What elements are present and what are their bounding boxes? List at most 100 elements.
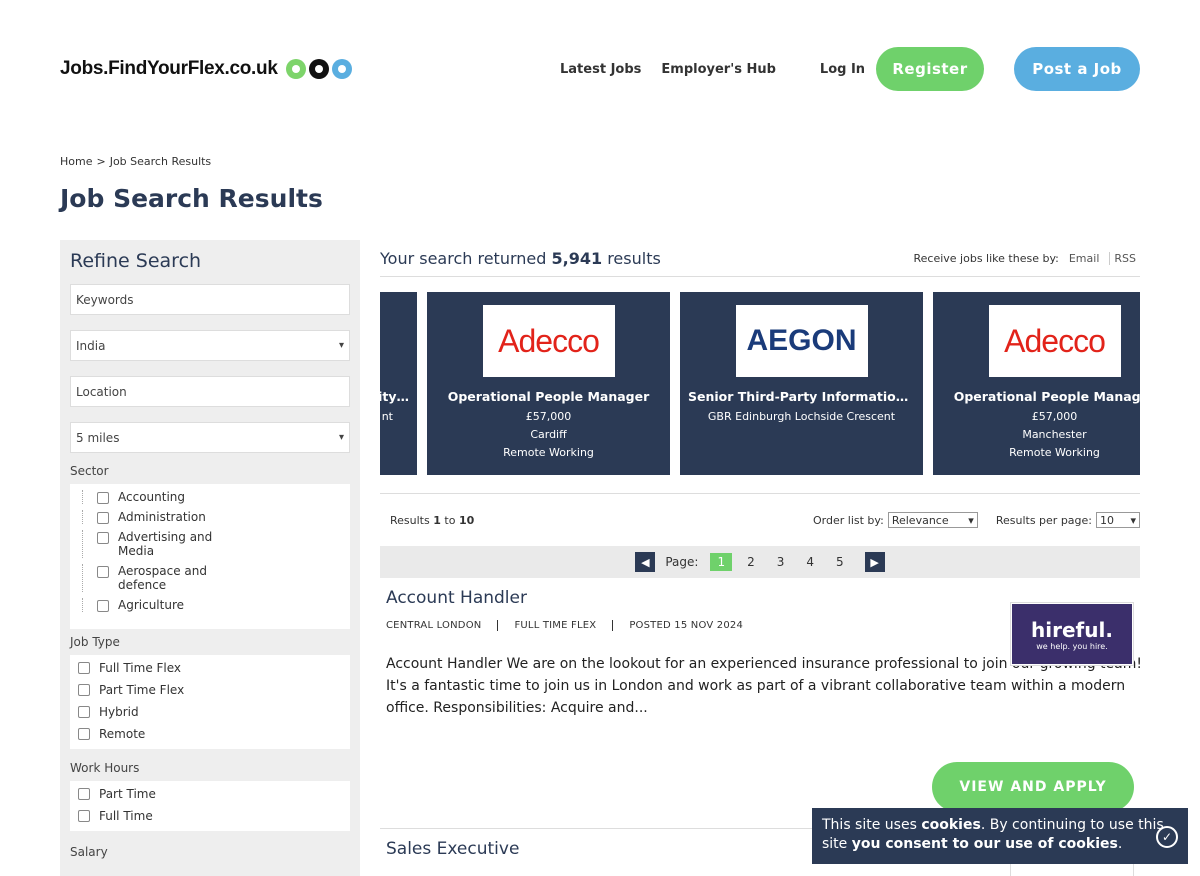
adecco-logo-text: Adecco bbox=[1004, 322, 1106, 359]
pagination: ◀ Page: 1 2 3 4 5 ▶ bbox=[380, 546, 1140, 578]
rss-link[interactable]: RSS bbox=[1109, 251, 1140, 265]
logo-text: Jobs.FindYourFlex.co.uk bbox=[60, 58, 278, 79]
sector-item-label: Agriculture bbox=[118, 598, 184, 612]
checkbox[interactable] bbox=[97, 600, 109, 612]
per-page-label: Results per page: bbox=[995, 513, 1092, 527]
order-select-value: Relevance bbox=[891, 513, 949, 527]
close-icon[interactable]: ✓ bbox=[1156, 826, 1178, 848]
checkbox[interactable] bbox=[97, 512, 109, 524]
page-3[interactable]: 3 bbox=[770, 553, 792, 571]
featured-job-salary: £57,000 bbox=[525, 410, 572, 423]
sector-list[interactable]: Accounting Administration Advertising an… bbox=[70, 484, 350, 629]
chevron-down-icon: ▾ bbox=[338, 432, 344, 443]
sector-item[interactable]: Aerospace and defence bbox=[82, 564, 342, 592]
page-1[interactable]: 1 bbox=[710, 553, 733, 571]
checkbox[interactable] bbox=[97, 492, 109, 504]
breadcrumb-current: Job Search Results bbox=[109, 155, 212, 168]
page-label: Page: bbox=[665, 555, 699, 569]
checkbox[interactable] bbox=[78, 728, 90, 740]
sector-item[interactable]: Administration bbox=[82, 510, 342, 524]
post-job-button[interactable]: Post a Job bbox=[1014, 47, 1140, 91]
checkbox[interactable] bbox=[78, 810, 90, 822]
featured-job-mode: Remote Working bbox=[1009, 446, 1100, 459]
work-hours-list: Part Time Full Time bbox=[70, 781, 350, 831]
job-type: FULL TIME FLEX bbox=[497, 620, 612, 631]
nav-employers-hub[interactable]: Employer's Hub bbox=[661, 62, 776, 77]
order-label: Order list by: bbox=[813, 513, 884, 527]
site-logo[interactable]: Jobs.FindYourFlex.co.uk bbox=[60, 58, 352, 80]
prev-page-icon[interactable]: ◀ bbox=[635, 552, 656, 572]
breadcrumb: Home > Job Search Results bbox=[60, 155, 215, 168]
receive-label: Receive jobs like these by: bbox=[913, 251, 1059, 265]
page-2[interactable]: 2 bbox=[740, 553, 762, 571]
checkbox[interactable] bbox=[78, 788, 90, 800]
breadcrumb-home[interactable]: Home bbox=[60, 155, 92, 168]
keywords-input[interactable]: Keywords bbox=[70, 284, 350, 315]
work-hours-item[interactable]: Part Time bbox=[78, 787, 342, 801]
hireful-logo-tagline: we help. you hire. bbox=[1036, 641, 1108, 651]
register-button[interactable]: Register bbox=[876, 47, 984, 91]
cookie-text-1: This site uses bbox=[822, 817, 922, 833]
cookie-link[interactable]: cookies bbox=[921, 817, 980, 833]
checkbox[interactable] bbox=[78, 706, 90, 718]
view-and-apply-button[interactable]: VIEW AND APPLY bbox=[932, 762, 1134, 812]
breadcrumb-separator: > bbox=[96, 155, 106, 168]
adecco-logo: Adecco bbox=[988, 305, 1121, 377]
checkbox[interactable] bbox=[97, 532, 109, 544]
order-select[interactable]: Relevance ▾ bbox=[887, 512, 978, 528]
job-type-item[interactable]: Part Time Flex bbox=[78, 683, 342, 697]
results-suffix: results bbox=[607, 248, 661, 268]
checkbox[interactable] bbox=[97, 566, 109, 578]
sector-label: Sector bbox=[70, 464, 109, 478]
featured-job-title: …ity… bbox=[380, 389, 409, 404]
chevron-down-icon: ▾ bbox=[968, 513, 974, 527]
results-range: Results 1 to 10 bbox=[390, 514, 474, 527]
featured-job-card[interactable]: Adecco Operational People Manager £57,00… bbox=[933, 292, 1140, 475]
job-type-item[interactable]: Full Time Flex bbox=[78, 661, 342, 675]
job-type-label-text: Hybrid bbox=[99, 705, 139, 719]
cookie-banner: This site uses cookies. By continuing to… bbox=[812, 808, 1188, 864]
page-4[interactable]: 4 bbox=[799, 553, 821, 571]
sector-item[interactable]: Accounting bbox=[82, 490, 342, 504]
per-page-select[interactable]: 10 ▾ bbox=[1096, 512, 1140, 528]
page-title: Job Search Results bbox=[60, 184, 323, 213]
country-select[interactable]: India ▾ bbox=[70, 330, 350, 361]
featured-job-mode: Remote Working bbox=[503, 446, 594, 459]
results-prefix: Your search returned bbox=[380, 248, 547, 268]
job-type-item[interactable]: Remote bbox=[78, 727, 342, 741]
featured-job-title: Operational People Manager bbox=[447, 389, 650, 404]
hireful-logo-text: hireful. bbox=[1031, 617, 1113, 642]
results-count: Your search returned 5,941 results bbox=[380, 249, 661, 268]
country-select-value: India bbox=[76, 338, 106, 353]
hireful-logo: hireful. we help. you hire. bbox=[1012, 604, 1132, 664]
location-input[interactable]: Location bbox=[70, 376, 350, 407]
sector-item[interactable]: Advertising and Media bbox=[82, 530, 342, 558]
featured-job-title: Senior Third-Party Information Se… bbox=[688, 389, 923, 404]
page-5[interactable]: 5 bbox=[829, 553, 851, 571]
job-type-label-text: Full Time Flex bbox=[99, 661, 182, 675]
featured-job-card[interactable]: AEGON Senior Third-Party Information Se…… bbox=[680, 292, 923, 475]
logo-dots-icon bbox=[285, 59, 352, 79]
main-nav: Latest Jobs Employer's Hub Log In bbox=[560, 46, 895, 92]
featured-job-card[interactable]: …ity… nt bbox=[380, 292, 417, 475]
nav-latest-jobs[interactable]: Latest Jobs bbox=[560, 62, 641, 77]
next-page-icon[interactable]: ▶ bbox=[864, 552, 885, 572]
checkbox[interactable] bbox=[78, 684, 90, 696]
sector-item[interactable]: Agriculture bbox=[82, 598, 342, 612]
range-to-word: to bbox=[444, 513, 456, 527]
email-alert-link[interactable]: Email bbox=[1065, 252, 1104, 265]
job-listing: Account Handler CENTRAL LONDON FULL TIME… bbox=[380, 588, 1142, 812]
featured-job-card[interactable]: Adecco Operational People Manager £57,00… bbox=[427, 292, 670, 475]
sector-item-label: Administration bbox=[118, 510, 206, 524]
featured-job-location: Cardiff bbox=[530, 428, 567, 441]
results-main: Your search returned 5,941 results Recei… bbox=[380, 240, 1142, 876]
radius-select[interactable]: 5 miles ▾ bbox=[70, 422, 350, 453]
checkbox[interactable] bbox=[78, 662, 90, 674]
sector-item-label: Accounting bbox=[118, 490, 186, 504]
company-logo[interactable]: hireful. we help. you hire. bbox=[1010, 602, 1134, 666]
job-type-item[interactable]: Hybrid bbox=[78, 705, 342, 719]
work-hours-item[interactable]: Full Time bbox=[78, 809, 342, 823]
login-link[interactable]: Log In bbox=[820, 62, 865, 77]
range-to: 10 bbox=[458, 513, 475, 527]
refine-search-panel: Refine Search Keywords India ▾ Location … bbox=[60, 240, 360, 876]
